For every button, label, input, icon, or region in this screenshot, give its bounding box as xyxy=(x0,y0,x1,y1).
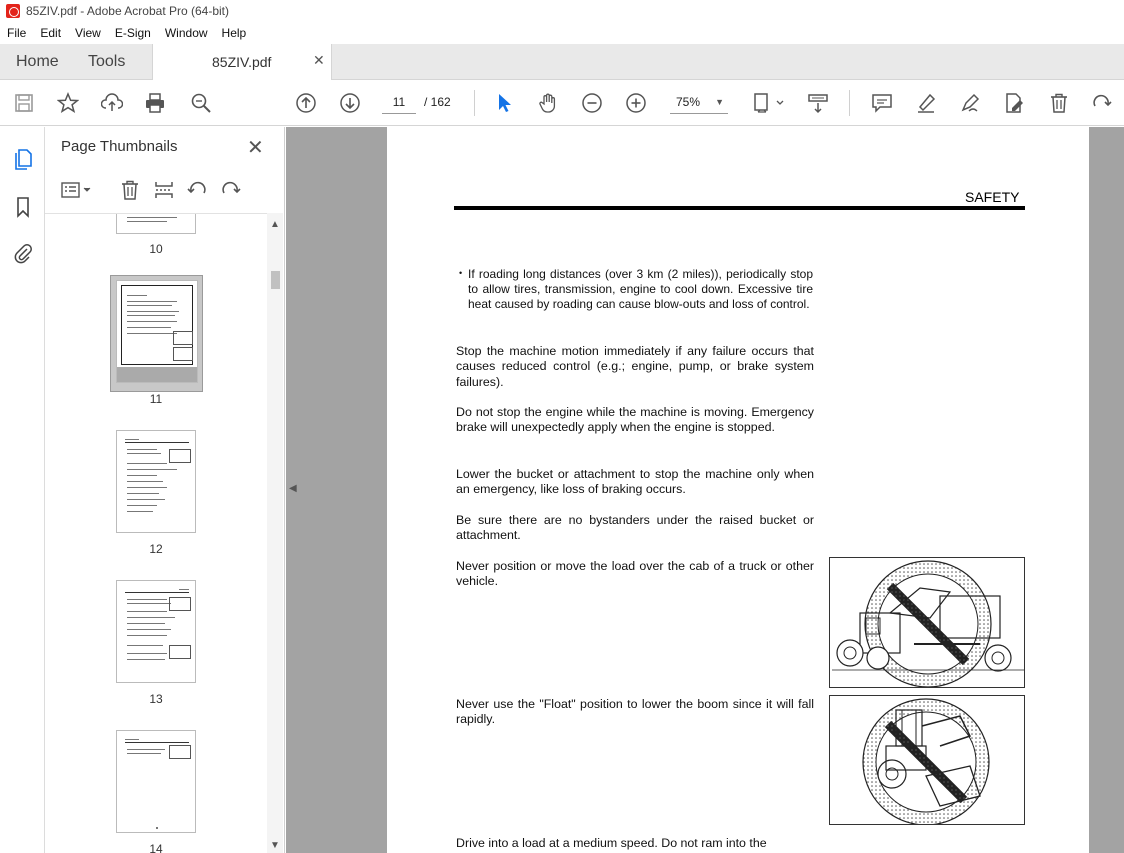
paragraph: Never use the "Float" position to lower … xyxy=(456,697,814,727)
menu-esign[interactable]: E-Sign xyxy=(108,22,158,44)
page-number-input[interactable]: 11 xyxy=(382,90,416,114)
paragraph: Drive into a load at a medium speed. Do … xyxy=(456,836,767,850)
toolbar-divider xyxy=(849,90,850,116)
select-cursor-icon[interactable] xyxy=(492,91,516,115)
bookmarks-icon[interactable] xyxy=(11,195,35,219)
thumbnail-label: 12 xyxy=(149,542,163,556)
thumbnail-page-11[interactable] xyxy=(116,280,198,383)
upload-cloud-icon[interactable] xyxy=(100,91,124,115)
thumbnail-page-14[interactable] xyxy=(116,730,196,833)
page-thumbnails-icon[interactable] xyxy=(11,147,35,171)
bullet-text: • If roading long distances (over 3 km (… xyxy=(459,267,813,312)
menu-bar: File Edit View E-Sign Window Help xyxy=(0,22,1124,44)
tab-document[interactable]: 85ZIV.pdf ✕ xyxy=(152,44,332,80)
hand-tool-icon[interactable] xyxy=(536,91,560,115)
thumbnail-label: 10 xyxy=(149,242,163,256)
paragraph: Never position or move the load over the… xyxy=(456,559,814,589)
left-navigation-rail xyxy=(0,127,45,853)
page-total: / 162 xyxy=(424,95,451,109)
print-icon[interactable] xyxy=(143,91,167,115)
next-page-icon[interactable] xyxy=(338,91,362,115)
tab-tools[interactable]: Tools xyxy=(88,53,125,71)
window-title: 85ZIV.pdf - Adobe Acrobat Pro (64-bit) xyxy=(26,4,230,18)
scroll-up-icon[interactable]: ▲ xyxy=(270,219,280,230)
rotate-left-icon[interactable] xyxy=(184,177,210,203)
paragraph: Do not stop the engine while the machine… xyxy=(456,405,814,435)
thumbnail-label: 11 xyxy=(149,392,163,406)
tab-bar: Home Tools 85ZIV.pdf ✕ xyxy=(0,44,1124,80)
thumbnail-toolbar xyxy=(59,177,269,203)
scroll-mode-icon[interactable] xyxy=(806,91,830,115)
panel-title: Page Thumbnails xyxy=(61,138,178,155)
insert-pages-icon[interactable] xyxy=(151,177,177,203)
thumbnail-page-10[interactable] xyxy=(116,214,196,234)
scrollbar-thumb[interactable] xyxy=(271,271,280,289)
zoom-search-icon[interactable] xyxy=(189,91,213,115)
previous-page-icon[interactable] xyxy=(294,91,318,115)
comment-icon[interactable] xyxy=(870,91,894,115)
thumbnail-page-12[interactable] xyxy=(116,430,196,533)
toolbar-divider xyxy=(474,90,475,116)
tab-document-label: 85ZIV.pdf xyxy=(212,54,272,70)
page-section-header: SAFETY xyxy=(965,189,1020,205)
paragraph: Lower the bucket or attachment to stop t… xyxy=(456,467,814,497)
collapse-panel-icon[interactable]: ◀ xyxy=(289,483,297,494)
close-tab-icon[interactable]: ✕ xyxy=(313,52,325,69)
attachments-icon[interactable] xyxy=(11,241,35,265)
zoom-level-dropdown[interactable]: 75% ▼ xyxy=(670,90,728,114)
edit-pdf-icon[interactable] xyxy=(1002,91,1026,115)
page-thumbnails-panel: Page Thumbnails ✕ 10 11 12 13 14 ▲ ▼ xyxy=(45,127,285,853)
document-view[interactable]: ◀ SAFETY • If roading long distances (ov… xyxy=(286,127,1124,853)
zoom-out-icon[interactable] xyxy=(580,91,604,115)
zoom-level-value: 75% xyxy=(676,95,701,109)
close-panel-icon[interactable]: ✕ xyxy=(247,135,264,160)
chevron-down-icon: ▼ xyxy=(715,97,724,107)
acrobat-icon xyxy=(6,4,20,18)
header-rule xyxy=(454,206,1025,210)
bookmark-star-icon[interactable] xyxy=(56,91,80,115)
thumbnail-scrollbar[interactable]: ▲ ▼ xyxy=(267,213,283,853)
rotate-right-icon[interactable] xyxy=(218,177,244,203)
paragraph: Stop the machine motion immediately if a… xyxy=(456,344,814,389)
float-position-warning-illustration xyxy=(829,695,1025,825)
delete-pages-icon[interactable] xyxy=(117,177,143,203)
main-toolbar: 11 / 162 75% ▼ xyxy=(0,80,1124,126)
highlight-pen-icon[interactable] xyxy=(914,91,938,115)
menu-window[interactable]: Window xyxy=(158,22,215,44)
tab-home[interactable]: Home xyxy=(16,53,59,71)
rotate-icon[interactable] xyxy=(1090,91,1114,115)
menu-file[interactable]: File xyxy=(0,22,33,44)
menu-edit[interactable]: Edit xyxy=(33,22,68,44)
paragraph: Be sure there are no bystanders under th… xyxy=(456,513,814,543)
thumbnail-page-13[interactable] xyxy=(116,580,196,683)
sign-pen-icon[interactable] xyxy=(958,91,982,115)
fit-page-icon[interactable] xyxy=(750,91,786,115)
scroll-down-icon[interactable]: ▼ xyxy=(270,840,280,851)
bullet-icon: • xyxy=(459,268,463,278)
save-icon[interactable] xyxy=(12,91,36,115)
thumbnail-list: 10 11 12 13 14 xyxy=(45,213,267,853)
thumbnail-label: 14 xyxy=(149,842,163,853)
thumbnail-options-icon[interactable] xyxy=(59,177,95,203)
menu-help[interactable]: Help xyxy=(215,22,254,44)
pdf-page: SAFETY • If roading long distances (over… xyxy=(387,127,1089,853)
zoom-in-icon[interactable] xyxy=(624,91,648,115)
title-bar: 85ZIV.pdf - Adobe Acrobat Pro (64-bit) xyxy=(0,0,1124,22)
document-margin xyxy=(1089,127,1124,853)
menu-view[interactable]: View xyxy=(68,22,108,44)
truck-cab-warning-illustration xyxy=(829,557,1025,688)
delete-icon[interactable] xyxy=(1047,91,1071,115)
thumbnail-label: 13 xyxy=(149,692,163,706)
